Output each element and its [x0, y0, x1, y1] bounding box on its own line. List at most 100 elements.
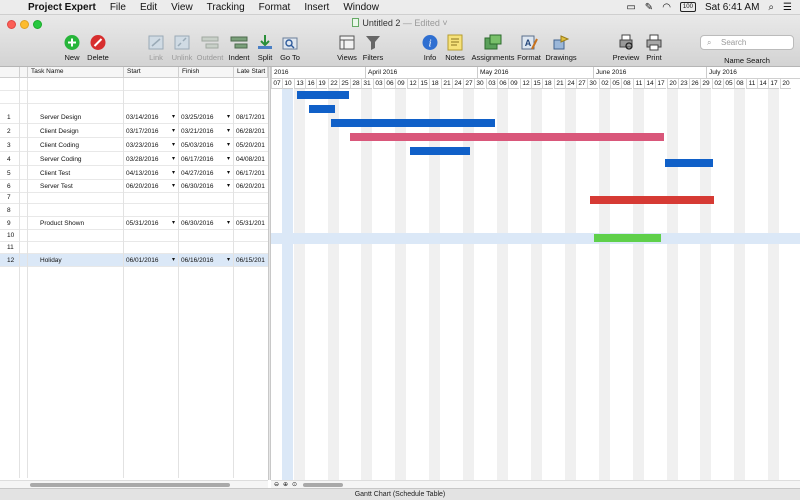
task-bar[interactable] — [665, 159, 713, 167]
task-name-cell[interactable] — [40, 78, 122, 91]
start-cell[interactable]: 03/28/2016 — [126, 153, 172, 166]
start-cell[interactable] — [126, 191, 172, 204]
menu-insert[interactable]: Insert — [297, 2, 336, 13]
start-dropdown-icon[interactable]: ▾ — [172, 125, 175, 138]
late-start-cell[interactable]: 05/20/201 — [236, 139, 268, 152]
table-row[interactable]: 8 — [0, 204, 268, 217]
start-cell[interactable]: 03/23/2016 — [126, 139, 172, 152]
late-start-cell[interactable]: 06/28/201 — [236, 125, 268, 138]
late-start-cell[interactable]: 06/15/201 — [236, 254, 268, 267]
table-row[interactable]: 1 Server Design 03/14/2016 03/25/2016 08/17/… — [0, 111, 268, 124]
menu-edit[interactable]: Edit — [133, 2, 164, 13]
finish-cell[interactable]: 03/21/2016 — [181, 125, 227, 138]
menu-file[interactable]: File — [103, 2, 133, 13]
task-name-cell[interactable]: Client Coding — [40, 139, 122, 152]
start-cell[interactable]: 03/17/2016 — [126, 125, 172, 138]
spotlight-icon[interactable]: ⌕ — [768, 2, 774, 13]
task-bar[interactable] — [297, 91, 349, 99]
table-row[interactable]: 12 Holiday 06/01/2016 06/16/2016 06/15/201 ▾ ▾ — [0, 254, 268, 267]
filters-button[interactable]: Filters — [354, 34, 392, 62]
menu-format[interactable]: Format — [252, 2, 298, 13]
list-icon[interactable]: ☰ — [783, 2, 792, 13]
finish-dropdown-icon[interactable]: ▾ — [227, 125, 230, 138]
table-row[interactable] — [0, 91, 268, 104]
finish-dropdown-icon[interactable]: ▾ — [227, 111, 230, 124]
start-dropdown-icon[interactable]: ▾ — [172, 139, 175, 152]
late-start-cell[interactable]: 06/17/201 — [236, 167, 268, 180]
finish-dropdown-icon[interactable]: ▾ — [227, 153, 230, 166]
menu-window[interactable]: Window — [336, 2, 386, 13]
menu-tracking[interactable]: Tracking — [200, 2, 252, 13]
task-bar[interactable] — [309, 105, 335, 113]
gantt-horizontal-scrollbar[interactable]: ⊖ ⊕ ⊙ — [271, 480, 800, 488]
wifi-icon[interactable]: ◠ — [662, 2, 671, 13]
table-row[interactable] — [0, 78, 268, 91]
goto-button[interactable]: Go To — [271, 34, 309, 62]
late-start-cell[interactable] — [236, 78, 268, 91]
task-name-cell[interactable] — [40, 241, 122, 254]
task-name-cell[interactable]: Client Test — [40, 167, 122, 180]
table-row[interactable]: 5 Client Test 04/13/2016 04/27/2016 06/17/20… — [0, 167, 268, 180]
finish-cell[interactable] — [181, 204, 227, 217]
late-start-cell[interactable]: 08/17/201 — [236, 111, 268, 124]
start-cell[interactable] — [126, 91, 172, 104]
start-cell[interactable] — [126, 78, 172, 91]
header-task-name[interactable]: Task Name — [28, 67, 124, 78]
task-name-cell[interactable] — [40, 204, 122, 217]
late-start-cell[interactable] — [236, 241, 268, 254]
assignments-button[interactable]: Assignments — [471, 34, 515, 62]
drawings-button[interactable]: Drawings — [542, 34, 580, 62]
task-bar[interactable] — [590, 196, 714, 204]
menu-clock[interactable]: Sat 6:41 AM — [705, 2, 759, 13]
start-cell[interactable]: 04/13/2016 — [126, 167, 172, 180]
menu-app-name[interactable]: Project Expert — [24, 2, 103, 13]
task-name-cell[interactable]: Holiday — [40, 254, 122, 267]
task-bar[interactable] — [350, 133, 664, 141]
start-cell[interactable]: 06/01/2016 — [126, 254, 172, 267]
finish-dropdown-icon[interactable]: ▾ — [227, 139, 230, 152]
task-bar[interactable] — [331, 119, 495, 127]
finish-cell[interactable]: 03/25/2016 — [181, 111, 227, 124]
header-start[interactable]: Start — [124, 67, 179, 78]
finish-cell[interactable]: 06/16/2016 — [181, 254, 227, 267]
header-late-start[interactable]: Late Start — [234, 67, 268, 78]
start-cell[interactable] — [126, 204, 172, 217]
finish-cell[interactable] — [181, 91, 227, 104]
table-row[interactable]: 7 — [0, 191, 268, 204]
table-row[interactable]: 4 Server Coding 03/28/2016 06/17/2016 04/08/… — [0, 153, 268, 166]
table-row[interactable]: 2 Client Design 03/17/2016 03/21/2016 06/28/… — [0, 125, 268, 138]
start-cell[interactable] — [126, 241, 172, 254]
battery-icon[interactable]: 100 — [679, 2, 696, 12]
start-dropdown-icon[interactable]: ▾ — [172, 167, 175, 180]
document-edited-state[interactable]: — Edited ˅ — [403, 18, 448, 28]
task-name-cell[interactable] — [40, 191, 122, 204]
menu-view[interactable]: View — [164, 2, 200, 13]
task-bar[interactable] — [594, 234, 661, 242]
gantt-scroll-thumb[interactable] — [303, 483, 343, 487]
cast-icon[interactable]: ▭ — [626, 2, 635, 13]
start-dropdown-icon[interactable]: ▾ — [172, 254, 175, 267]
task-name-cell[interactable]: Server Coding — [40, 153, 122, 166]
row-number-header[interactable] — [0, 67, 20, 78]
task-name-cell[interactable]: Server Design — [40, 111, 122, 124]
task-name-cell[interactable]: Client Design — [40, 125, 122, 138]
table-row[interactable]: 11 — [0, 241, 268, 254]
late-start-cell[interactable]: 04/08/201 — [236, 153, 268, 166]
delete-button[interactable]: Delete — [79, 34, 117, 62]
pen-icon[interactable]: ✎ — [645, 2, 653, 13]
start-dropdown-icon[interactable]: ▾ — [172, 153, 175, 166]
table-row[interactable]: 3 Client Coding 03/23/2016 05/03/2016 05/20/… — [0, 139, 268, 152]
table-scroll-thumb[interactable] — [30, 483, 230, 487]
finish-dropdown-icon[interactable]: ▾ — [227, 254, 230, 267]
start-dropdown-icon[interactable]: ▾ — [172, 111, 175, 124]
task-name-cell[interactable] — [40, 91, 122, 104]
header-finish[interactable]: Finish — [179, 67, 234, 78]
finish-cell[interactable] — [181, 191, 227, 204]
finish-cell[interactable]: 05/03/2016 — [181, 139, 227, 152]
finish-cell[interactable]: 04/27/2016 — [181, 167, 227, 180]
finish-cell[interactable] — [181, 78, 227, 91]
indicator-header[interactable] — [20, 67, 28, 78]
finish-cell[interactable]: 06/17/2016 — [181, 153, 227, 166]
table-horizontal-scrollbar[interactable] — [0, 480, 268, 488]
print-button[interactable]: Print — [635, 34, 673, 62]
